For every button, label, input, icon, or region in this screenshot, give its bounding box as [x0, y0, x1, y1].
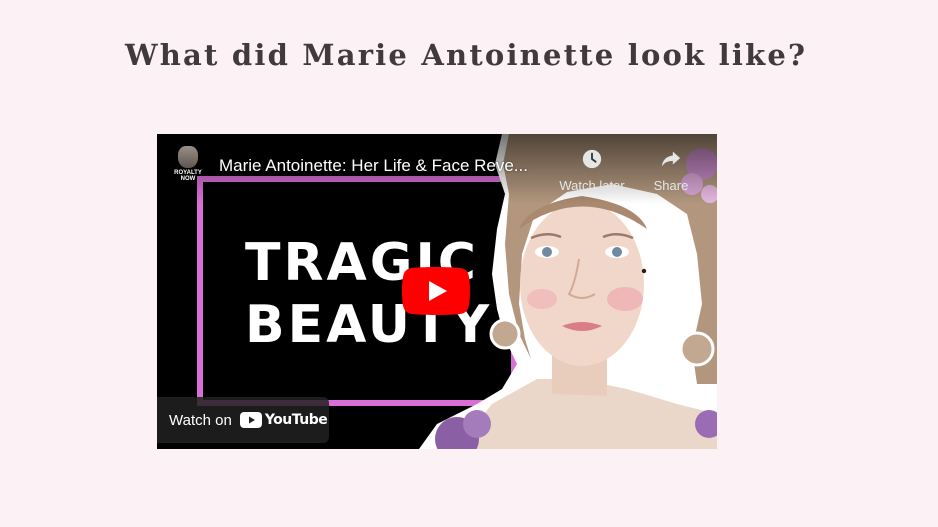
clock-icon	[582, 149, 602, 169]
play-button[interactable]	[402, 267, 470, 315]
youtube-logo-text: YouTube	[264, 412, 328, 428]
youtube-logo-icon: YouTube	[239, 412, 328, 428]
page-heading: What did Marie Antoinette look like?	[125, 38, 808, 72]
channel-avatar[interactable]: ROYALTY NOW	[172, 146, 204, 184]
watch-later-label: Watch later	[559, 178, 625, 193]
share-label: Share	[653, 178, 689, 193]
channel-avatar-name: ROYALTY NOW	[174, 170, 202, 182]
watch-later-button[interactable]: Watch later	[552, 148, 632, 193]
video-embed[interactable]: TRAGIC BEAUTY ROYALTY NOW Marie Antoinet…	[157, 134, 717, 449]
channel-avatar-image	[178, 146, 198, 168]
watch-on-youtube-button[interactable]: Watch on YouTube	[157, 397, 329, 443]
video-title[interactable]: Marie Antoinette: Her Life & Face Reve..…	[219, 156, 528, 176]
share-button[interactable]: Share	[631, 148, 711, 193]
watch-on-label: Watch on	[169, 411, 232, 429]
share-icon	[661, 151, 681, 167]
